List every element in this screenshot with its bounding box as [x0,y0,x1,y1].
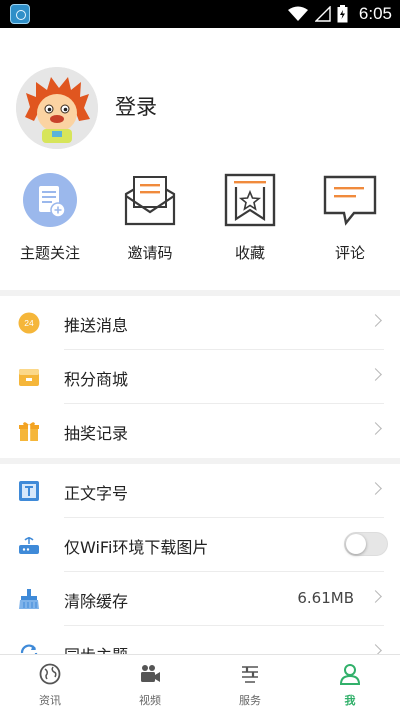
quick-action-comments[interactable]: 评论 [300,170,400,270]
menu-label: 正文字号 [64,484,129,503]
points-mall-icon [19,369,39,386]
router-icon [19,537,39,554]
menu-points-mall[interactable]: 积分商城 [0,350,400,404]
topic-follow-icon [23,173,77,227]
quick-action-label: 邀请码 [127,244,173,262]
tab-news[interactable]: 资讯 [0,655,100,710]
toggle-knob [346,534,366,554]
menu-font-size[interactable]: 正文字号 [0,464,400,518]
status-bar: 6:05 [0,0,400,28]
battery-icon [337,5,348,23]
menu-push-messages[interactable]: 24 推送消息 [0,296,400,350]
menu-group-messages: 24 推送消息 积分商城 抽奖记录 [0,296,400,458]
quick-action-invite-code[interactable]: 邀请码 [100,170,200,270]
menu-label: 抽奖记录 [64,424,129,443]
menu-label: 同步主题 [64,642,128,654]
tab-label: 视频 [139,694,161,707]
wifi-only-toggle[interactable] [344,532,388,556]
tab-video[interactable]: 视频 [100,655,200,710]
lion-mascot-icon [16,67,98,149]
broom-icon [19,589,39,609]
video-camera-icon [141,665,160,682]
bottom-tab-bar: 资讯 视频 服务 我 [0,654,400,710]
cache-size-value: 6.61MB [297,589,354,607]
push-badge-count: 24 [24,318,34,328]
menu-sync-topics[interactable]: 同步主题 [0,626,400,654]
menu-wifi-only-images: 仅WiFi环境下载图片 [0,518,400,572]
tab-label: 服务 [239,694,261,707]
signal-icon [315,6,331,22]
chevron-right-icon [369,482,382,495]
menu-group-settings: 正文字号 仅WiFi环境下载图片 清除缓存 6.61MB [0,464,400,654]
invite-envelope-icon [124,176,176,226]
font-size-icon [19,481,39,501]
person-icon [339,664,361,685]
service-list-icon [242,666,258,683]
app-notification-icon [10,4,30,24]
push-badge-icon: 24 [18,312,40,334]
chevron-right-icon [369,314,382,327]
sync-icon [20,644,38,654]
chevron-right-icon [369,422,382,435]
gift-icon [19,422,39,441]
profile-section: 登录 主题关注 邀请码 收藏 评论 [0,28,400,290]
menu-lottery-records[interactable]: 抽奖记录 [0,404,400,458]
globe-icon [39,663,61,685]
favorite-star-icon [224,173,276,227]
quick-action-favorites[interactable]: 收藏 [200,170,300,270]
quick-action-topic-follow[interactable]: 主题关注 [0,170,100,270]
menu-label: 推送消息 [64,316,129,335]
tab-me[interactable]: 我 [300,655,400,710]
login-link[interactable]: 登录 [115,91,157,121]
chevron-right-icon [369,590,382,603]
menu-label: 仅WiFi环境下载图片 [64,538,209,557]
wifi-icon [288,6,308,21]
clock: 6:05 [358,4,392,23]
comment-bubble-icon [323,175,377,226]
quick-action-label: 评论 [334,244,365,262]
chevron-right-icon [369,644,382,654]
avatar[interactable] [16,67,98,149]
chevron-right-icon [369,368,382,381]
quick-action-label: 主题关注 [19,244,80,262]
tab-label: 资讯 [39,694,61,707]
status-indicators [287,5,348,23]
menu-label: 积分商城 [64,370,129,389]
quick-action-label: 收藏 [234,244,265,262]
tab-services[interactable]: 服务 [200,655,300,710]
menu-label: 清除缓存 [64,592,129,611]
tab-label: 我 [344,694,356,707]
menu-clear-cache[interactable]: 清除缓存 6.61MB [0,572,400,626]
